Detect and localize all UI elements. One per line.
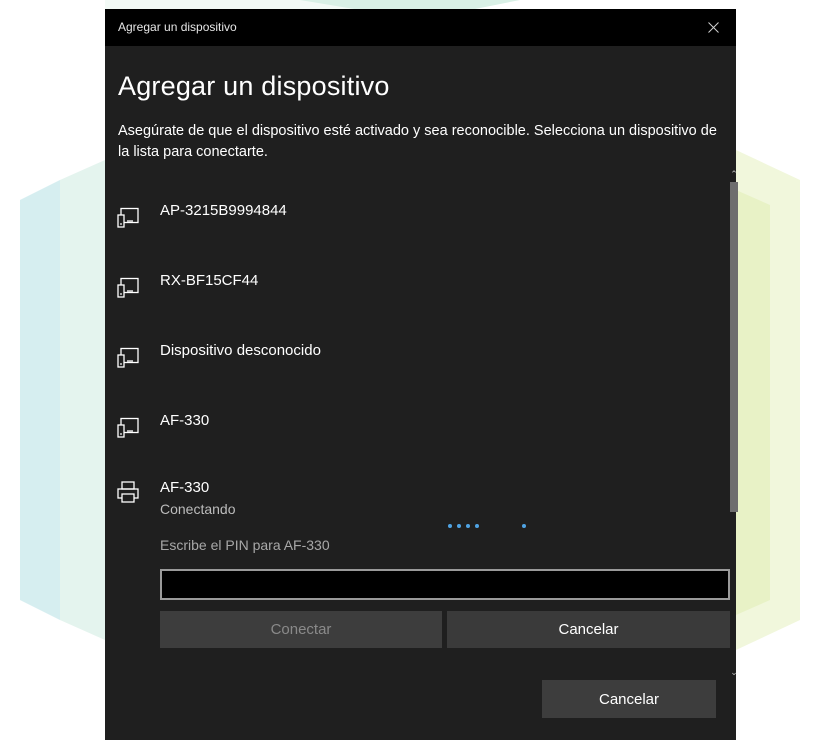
dialog-description: Asegúrate de que el dispositivo esté act… xyxy=(118,123,717,160)
device-list-item[interactable]: AP-3215B9994844 xyxy=(105,179,725,239)
close-icon xyxy=(707,22,719,33)
printer-icon xyxy=(117,481,139,503)
cancel-pin-button[interactable]: Cancelar xyxy=(447,611,730,648)
connection-status: Conectando xyxy=(160,501,236,517)
display-device-icon xyxy=(117,207,139,228)
connect-button[interactable]: Conectar xyxy=(160,611,442,648)
scroll-up-arrow-icon[interactable]: ⌃ xyxy=(728,168,740,180)
title-bar: Agregar un dispositivo xyxy=(105,9,736,46)
close-button[interactable] xyxy=(690,9,736,46)
device-name: AP-3215B9994844 xyxy=(160,202,287,219)
cancel-button[interactable]: Cancelar xyxy=(542,680,716,718)
progress-dot xyxy=(475,524,479,528)
device-list: AP-3215B9994844 RX-BF15CF44 Dispositivo … xyxy=(105,169,736,679)
window-title: Agregar un dispositivo xyxy=(118,20,237,34)
device-name: AF-330 xyxy=(160,479,210,496)
device-list-item[interactable]: Dispositivo desconocido xyxy=(105,319,725,379)
pin-label: Escribe el PIN para AF-330 xyxy=(160,537,330,553)
device-list-item[interactable]: AF-330 xyxy=(105,389,725,449)
progress-dot xyxy=(522,524,526,528)
display-device-icon xyxy=(117,417,139,438)
device-name: AF-330 xyxy=(160,412,210,429)
device-list-scrollbar[interactable]: ⌃ ⌄ xyxy=(728,168,740,678)
scroll-thumb[interactable] xyxy=(730,182,738,512)
display-device-icon xyxy=(117,347,139,368)
device-list-item-selected[interactable]: AF-330 Conectando Escribe el PIN para AF… xyxy=(105,469,730,669)
device-list-item[interactable]: RX-BF15CF44 xyxy=(105,249,725,309)
device-name: Dispositivo desconocido xyxy=(160,342,321,359)
device-name: RX-BF15CF44 xyxy=(160,272,259,289)
scroll-down-arrow-icon[interactable]: ⌄ xyxy=(728,666,740,678)
pin-input[interactable] xyxy=(160,569,730,600)
add-device-dialog: Agregar un dispositivo Agregar un dispos… xyxy=(105,9,738,740)
display-device-icon xyxy=(117,277,139,298)
progress-dot xyxy=(448,524,452,528)
progress-dot xyxy=(466,524,470,528)
dialog-heading: Agregar un dispositivo xyxy=(118,71,390,101)
progress-dot xyxy=(457,524,461,528)
